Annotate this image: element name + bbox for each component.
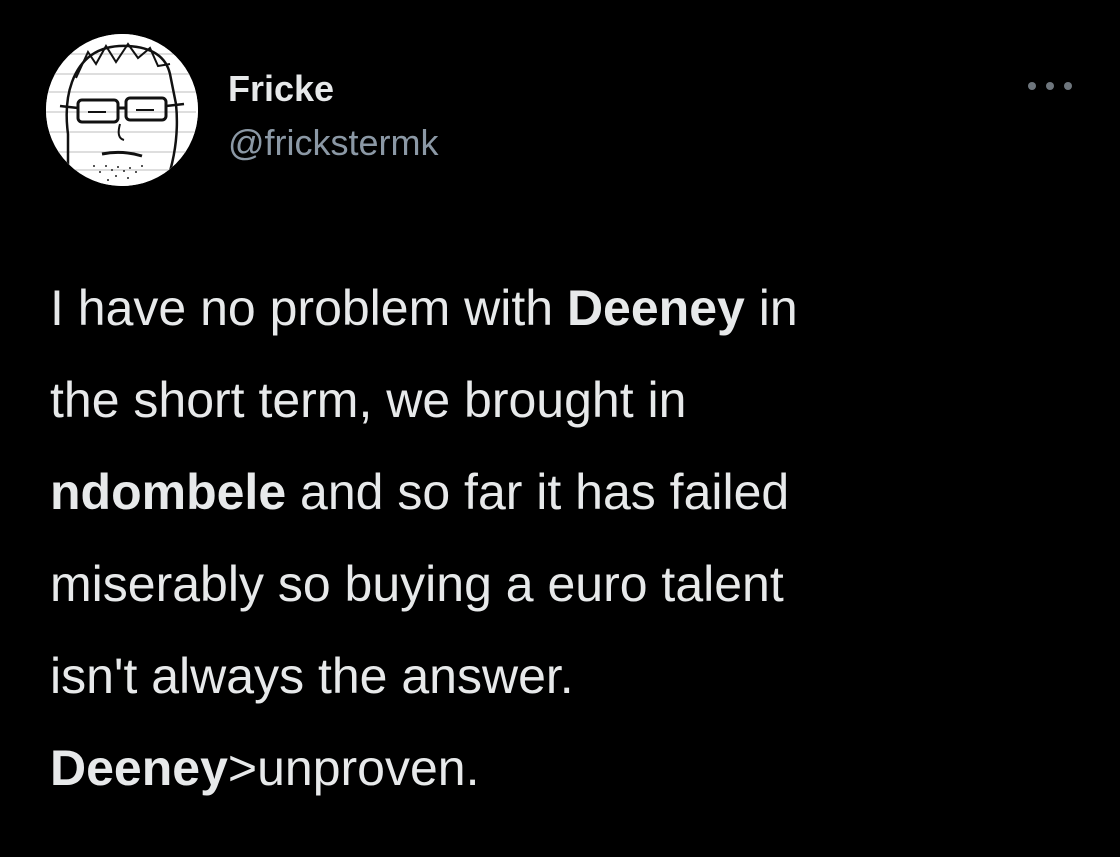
author-display-name[interactable]: Fricke	[228, 68, 334, 110]
tweet-text-segment: in	[744, 280, 798, 336]
cartoon-face-icon	[46, 34, 198, 186]
tweet-text-segment: >unproven.	[227, 740, 480, 796]
more-options-icon-dot	[1064, 82, 1072, 90]
tweet-text: I have no problem with Deeney in the sho…	[50, 262, 1060, 814]
tweet-header: Fricke @frickstermk	[46, 34, 1086, 194]
tweet-text-segment: and so far it has failed	[286, 464, 790, 520]
tweet-line: the short term, we brought in	[50, 354, 1060, 446]
tweet-text-segment: isn't always the answer.	[50, 648, 574, 704]
tweet-line: Deeney>unproven.	[50, 722, 1060, 814]
tweet-text-segment: miserably so buying a euro talent	[50, 556, 784, 612]
tweet-text-bold-segment: Deeney	[50, 740, 228, 796]
tweet-text-bold-segment: Deeney	[566, 280, 745, 336]
tweet-line: miserably so buying a euro talent	[50, 538, 1060, 630]
tweet-line: ndombele and so far it has failed	[50, 446, 1060, 538]
more-options-icon	[1028, 82, 1036, 90]
tweet-text-segment: I have no problem with	[50, 280, 567, 336]
tweet-text-bold-segment: ndombele	[50, 464, 287, 520]
author-avatar[interactable]	[46, 34, 198, 186]
more-options-icon-dot	[1046, 82, 1054, 90]
author-handle[interactable]: @frickstermk	[228, 122, 439, 164]
tweet-line: I have no problem with Deeney in	[50, 262, 1060, 354]
tweet-text-segment: the short term, we brought in	[50, 372, 687, 428]
more-options-button[interactable]	[1028, 76, 1072, 96]
tweet-line: isn't always the answer.	[50, 630, 1060, 722]
